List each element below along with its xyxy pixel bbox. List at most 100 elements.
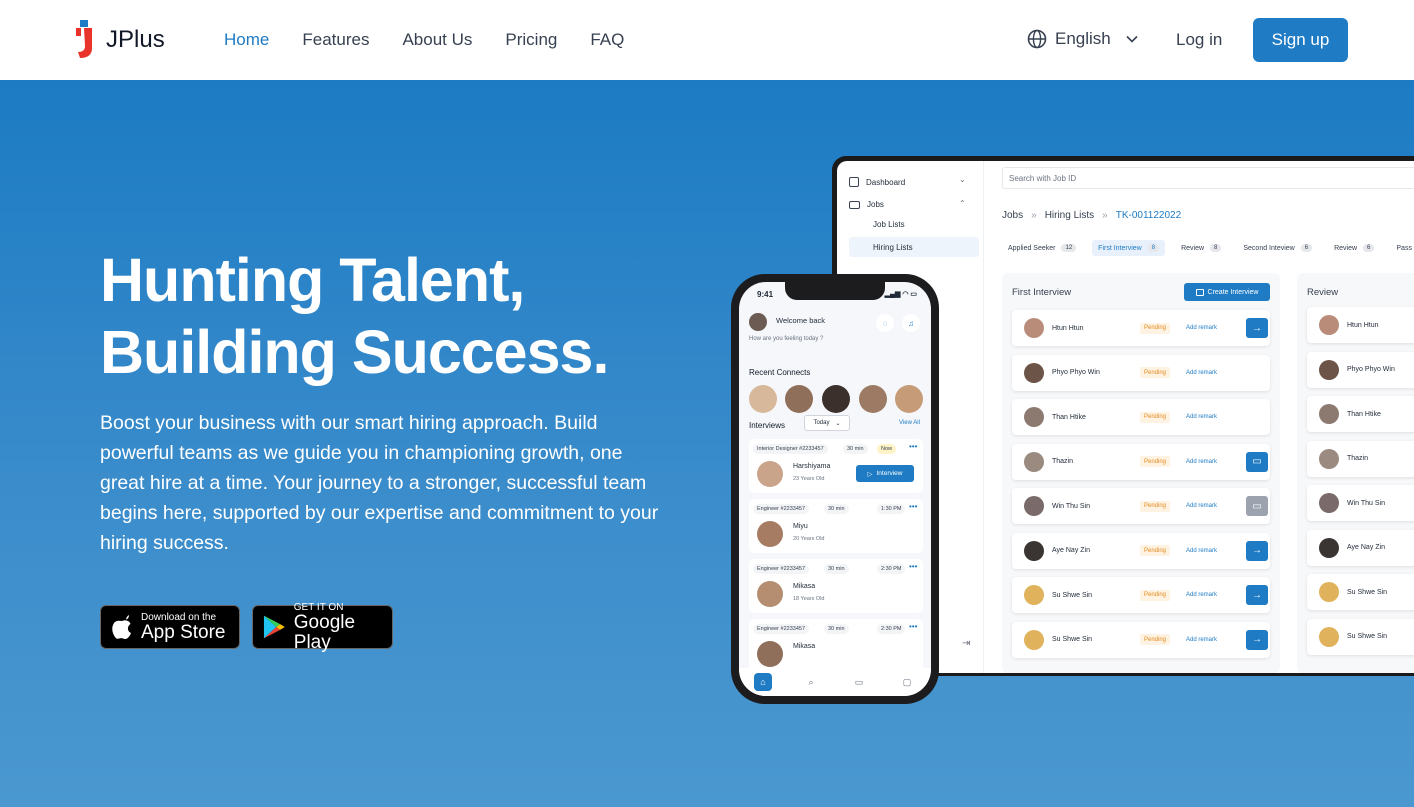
video-icon[interactable]: ▭: [1246, 496, 1268, 516]
home-icon[interactable]: ⌂: [754, 673, 772, 691]
tab-applied-seeker[interactable]: Applied Seeker 12: [1002, 240, 1082, 256]
interview-card[interactable]: Interior Designer #2233457 30 min Now ••…: [749, 439, 923, 493]
nav-home[interactable]: Home: [224, 30, 269, 50]
video-icon[interactable]: ▭: [850, 673, 868, 691]
job-chip: Interior Designer #2233457: [753, 444, 828, 454]
sidebar-item-hiring-lists[interactable]: Hiring Lists: [849, 237, 979, 257]
job-chip: Engineer #2233457: [753, 564, 810, 574]
avatar: [1319, 404, 1339, 424]
view-all-link[interactable]: View All: [899, 420, 920, 426]
column-title: First Interview: [1012, 287, 1072, 298]
candidate-card[interactable]: Than Htike Pending Add remark: [1012, 399, 1270, 435]
candidate-card[interactable]: Win Thu Sin Pending Add remark ▭: [1012, 488, 1270, 524]
app-store-big: App Store: [141, 621, 226, 643]
add-remark-link[interactable]: Add remark: [1186, 325, 1246, 331]
breadcrumb-jobs[interactable]: Jobs: [1002, 210, 1023, 221]
phone-notch: [785, 282, 885, 300]
review-card[interactable]: Su Shwe Sin: [1307, 574, 1414, 610]
create-interview-button[interactable]: Create Interview: [1184, 283, 1270, 301]
job-search-input[interactable]: Search with Job ID: [1002, 167, 1414, 189]
add-remark-link[interactable]: Add remark: [1186, 503, 1246, 509]
bell-icon[interactable]: ♫: [902, 314, 920, 332]
tab-review[interactable]: Review 8: [1175, 240, 1227, 256]
language-selector[interactable]: English: [1027, 29, 1139, 49]
status-badge: Pending: [1140, 322, 1170, 334]
avatar[interactable]: [749, 313, 767, 331]
today-dropdown[interactable]: Today ⌄: [804, 415, 850, 431]
review-card[interactable]: Phyo Phyo Win: [1307, 351, 1414, 388]
candidate-card[interactable]: Aye Nay Zin Pending Add remark →: [1012, 532, 1270, 569]
breadcrumb-hiring-lists[interactable]: Hiring Lists: [1045, 210, 1094, 221]
google-play-button[interactable]: GET IT ON Google Play: [252, 602, 393, 652]
candidate-name: Phyo Phyo Win: [1052, 369, 1100, 376]
more-icon[interactable]: •••: [909, 562, 917, 571]
add-remark-link[interactable]: Add remark: [1186, 548, 1246, 554]
candidate-card[interactable]: Su Shwe Sin Pending Add remark →: [1012, 577, 1270, 613]
add-remark-link[interactable]: Add remark: [1186, 370, 1246, 376]
candidate-card[interactable]: Thazin Pending Add remark ▭: [1012, 443, 1270, 480]
review-card[interactable]: Than Htike: [1307, 396, 1414, 432]
add-remark-link[interactable]: Add remark: [1186, 637, 1246, 643]
nav-about-us[interactable]: About Us: [402, 30, 472, 50]
avatar[interactable]: [895, 385, 923, 413]
tab-label: First Interview: [1098, 244, 1142, 252]
phone-mockup: 9:41 ▂▄▆ ◠ ▭ Welcome back ◌ ♫ How are yo…: [731, 274, 939, 704]
video-icon[interactable]: ▭: [1246, 451, 1268, 472]
avatar: [1024, 407, 1044, 427]
google-play-big: Google Play: [293, 611, 356, 653]
chat-icon[interactable]: ◌: [876, 314, 894, 332]
more-icon[interactable]: •••: [909, 502, 917, 511]
sidebar-item-dashboard[interactable]: Dashboard: [849, 177, 905, 187]
tab-second-interview[interactable]: Second Inteview 6: [1237, 240, 1318, 256]
review-card[interactable]: Htun Htun: [1307, 307, 1414, 343]
arrow-right-icon[interactable]: →: [1246, 318, 1268, 338]
avatar[interactable]: [822, 385, 850, 413]
avatar[interactable]: [785, 385, 813, 413]
arrow-right-icon[interactable]: →: [1246, 629, 1268, 650]
arrow-right-icon[interactable]: →: [1246, 540, 1268, 561]
status-badge: Pending: [1140, 456, 1170, 467]
add-remark-link[interactable]: Add remark: [1186, 414, 1246, 420]
search-icon[interactable]: ⌕: [802, 673, 820, 691]
candidate-card[interactable]: Phyo Phyo Win Pending Add remark: [1012, 354, 1270, 391]
briefcase-icon[interactable]: ▢: [898, 673, 916, 691]
candidate-name: Su Shwe Sin: [1347, 588, 1388, 596]
nav-faq[interactable]: FAQ: [590, 30, 624, 50]
review-card[interactable]: Su Shwe Sin: [1307, 618, 1414, 655]
more-icon[interactable]: •••: [909, 622, 917, 631]
nav-features[interactable]: Features: [302, 30, 369, 50]
avatar[interactable]: [859, 385, 887, 413]
more-icon[interactable]: •••: [909, 442, 917, 451]
candidate-card[interactable]: Htun Htun Pending Add remark →: [1012, 310, 1270, 346]
login-link[interactable]: Log in: [1176, 30, 1222, 50]
add-remark-link[interactable]: Add remark: [1186, 459, 1246, 465]
tab-first-interview[interactable]: First Interview 8: [1092, 240, 1166, 256]
sidebar-item-jobs[interactable]: Jobs: [849, 200, 884, 209]
app-store-button[interactable]: Download on the App Store: [100, 605, 240, 649]
interview-card[interactable]: Engineer #2233457 30 min 1:30 PM ••• Miy…: [749, 499, 923, 553]
logo[interactable]: JPlus: [74, 20, 165, 60]
interview-card[interactable]: Engineer #2233457 30 min 2:30 PM ••• Mik…: [749, 559, 923, 613]
nav-pricing[interactable]: Pricing: [505, 30, 557, 50]
sidebar-item-job-lists[interactable]: Job Lists: [849, 214, 979, 234]
signup-button[interactable]: Sign up: [1253, 18, 1348, 62]
app-store-small: Download on the: [141, 611, 217, 623]
review-card[interactable]: Win Thu Sin: [1307, 485, 1414, 521]
interview-button[interactable]: ▷ Interview: [856, 465, 914, 482]
tab-pass[interactable]: Pass: [1390, 240, 1414, 256]
arrow-right-icon[interactable]: →: [1246, 585, 1268, 605]
avatar: [1319, 537, 1339, 558]
tab-label: Review: [1334, 244, 1358, 252]
candidate-name: Mikasa: [793, 583, 816, 590]
candidate-card[interactable]: Su Shwe Sin Pending Add remark →: [1012, 621, 1270, 658]
avatar[interactable]: [749, 385, 777, 413]
status-badge: Pending: [1140, 589, 1170, 601]
interview-card[interactable]: Engineer #2233457 30 min 2:30 PM ••• Mik…: [749, 619, 923, 673]
review-card[interactable]: Aye Nay Zin: [1307, 529, 1414, 566]
add-remark-link[interactable]: Add remark: [1186, 592, 1246, 598]
time-chip: 1:30 PM: [877, 504, 906, 514]
avatar: [1319, 448, 1339, 469]
review-card[interactable]: Thazin: [1307, 440, 1414, 477]
tab-review-2[interactable]: Review 6: [1328, 240, 1380, 256]
welcome-text: Welcome back: [776, 316, 826, 325]
